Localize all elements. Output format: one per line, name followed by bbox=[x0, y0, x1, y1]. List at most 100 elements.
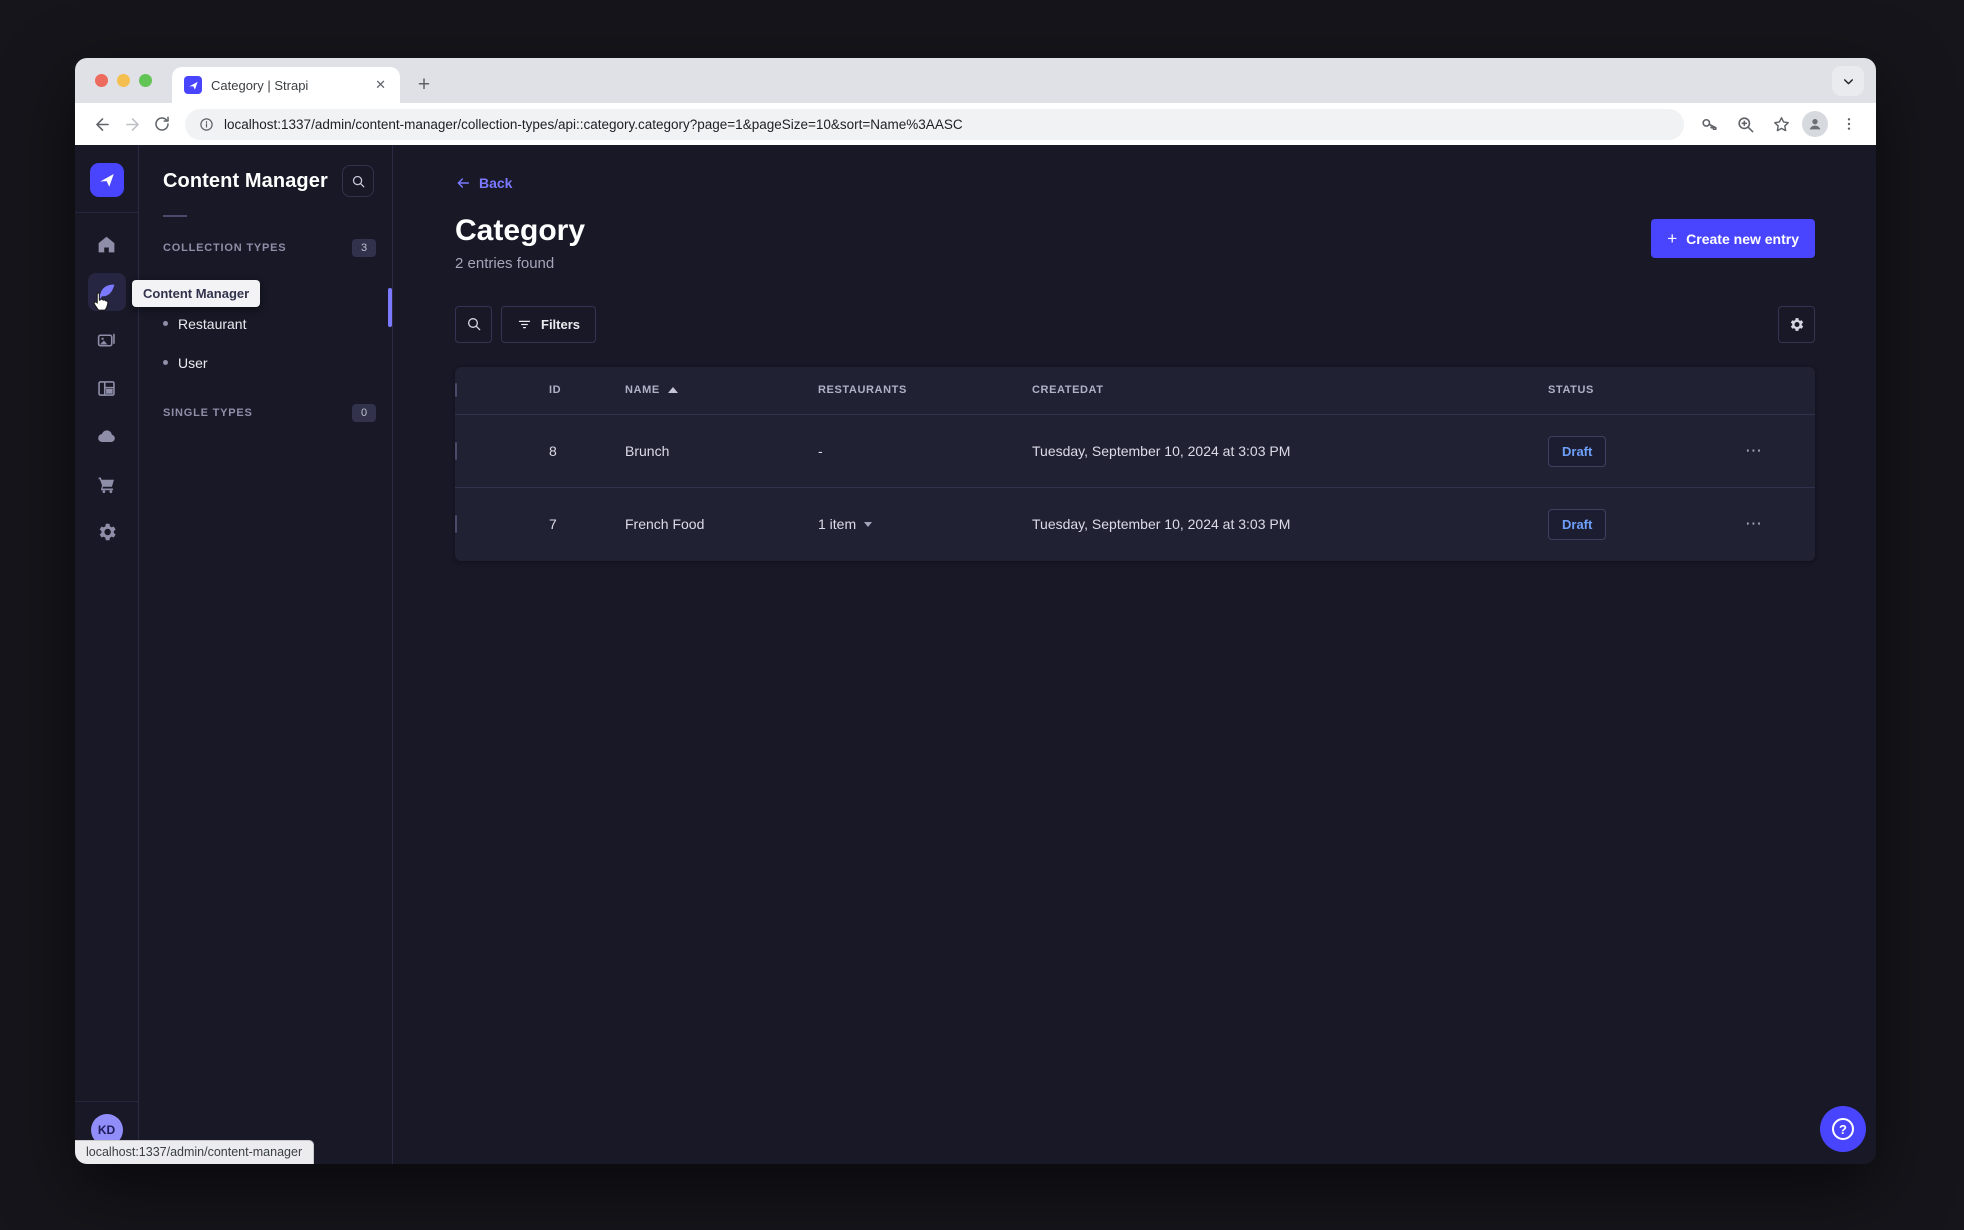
sidebar-item-home[interactable] bbox=[88, 225, 126, 263]
plus-icon: + bbox=[1667, 229, 1678, 248]
media-library-icon bbox=[97, 333, 115, 347]
zoom-button[interactable] bbox=[1730, 109, 1760, 139]
reload-icon bbox=[155, 116, 169, 131]
tab-strip: Category | Strapi ✕ + bbox=[75, 58, 1876, 103]
entries-count: 2 entries found bbox=[455, 254, 555, 272]
collection-types-section: COLLECTION TYPES 3 Category Restaurant U… bbox=[139, 239, 392, 382]
minimize-window-button[interactable] bbox=[117, 74, 130, 87]
subnav-search-button[interactable] bbox=[342, 165, 374, 197]
url-text: localhost:1337/admin/content-manager/col… bbox=[224, 116, 963, 132]
status-badge: Draft bbox=[1548, 435, 1607, 467]
window-controls bbox=[95, 58, 152, 103]
browser-window: Category | Strapi ✕ + localhost:1337/adm… bbox=[75, 58, 1876, 1164]
collection-types-count-badge: 3 bbox=[352, 239, 376, 257]
sidebar-item-content-type-builder[interactable] bbox=[88, 369, 126, 407]
cell-id: 7 bbox=[531, 487, 625, 561]
tab-close-icon[interactable]: ✕ bbox=[371, 75, 390, 95]
strapi-favicon-icon bbox=[184, 76, 202, 94]
back-button[interactable] bbox=[87, 109, 117, 139]
header-id[interactable]: ID bbox=[531, 367, 625, 415]
chevron-down-icon bbox=[1843, 78, 1853, 84]
star-icon bbox=[1773, 116, 1789, 131]
page-headline: Category 2 entries found + Create new en… bbox=[455, 214, 1815, 272]
sidebar-item-settings[interactable] bbox=[88, 513, 126, 551]
sidebar-item-deploy[interactable] bbox=[88, 417, 126, 455]
list-actions-row: Filters bbox=[455, 305, 1815, 343]
maximize-window-button[interactable] bbox=[139, 74, 152, 87]
subnav-item-user[interactable]: User bbox=[139, 343, 392, 382]
strapi-logo[interactable] bbox=[89, 163, 124, 197]
profile-button[interactable] bbox=[1802, 111, 1828, 137]
subnav-divider bbox=[163, 215, 187, 217]
close-window-button[interactable] bbox=[95, 74, 108, 87]
header-name[interactable]: NAME bbox=[625, 367, 818, 415]
rail-divider bbox=[75, 212, 138, 213]
arrow-right-icon bbox=[125, 117, 139, 131]
bullet-icon bbox=[163, 321, 168, 326]
cart-icon bbox=[98, 477, 114, 493]
cell-restaurants[interactable]: 1 item bbox=[818, 516, 873, 532]
collection-types-label: COLLECTION TYPES bbox=[163, 242, 287, 254]
select-all-checkbox[interactable] bbox=[455, 383, 457, 398]
status-badge: Draft bbox=[1548, 508, 1607, 540]
browser-status-bar: localhost:1337/admin/content-manager bbox=[75, 1140, 315, 1164]
arrow-left-icon bbox=[95, 117, 109, 131]
content-manager-tooltip: Content Manager bbox=[132, 280, 261, 307]
forward-button[interactable] bbox=[117, 109, 147, 139]
sidebar-item-content-manager[interactable] bbox=[87, 273, 126, 311]
sidebar-item-media-library[interactable] bbox=[88, 321, 126, 359]
single-types-count-badge: 0 bbox=[352, 404, 376, 422]
strapi-admin: KD Content Manager COLLECTION TYPES 3 Re… bbox=[75, 145, 1876, 1164]
back-link[interactable]: Back bbox=[455, 175, 512, 191]
filters-button[interactable]: Filters bbox=[501, 305, 597, 343]
person-icon bbox=[1809, 119, 1821, 130]
cell-restaurants: - bbox=[818, 414, 1032, 488]
cell-name: Brunch bbox=[625, 414, 818, 488]
filter-icon bbox=[518, 320, 531, 328]
feather-pen-icon bbox=[98, 284, 115, 299]
page-info-icon[interactable] bbox=[199, 117, 214, 132]
bookmark-button[interactable] bbox=[1766, 109, 1796, 139]
browser-toolbar: localhost:1337/admin/content-manager/col… bbox=[75, 103, 1876, 145]
main-content: Back Category 2 entries found + Create n… bbox=[393, 145, 1876, 1164]
tab-search-button[interactable] bbox=[1832, 66, 1864, 96]
new-tab-button[interactable]: + bbox=[410, 71, 438, 99]
table-header-row: ID NAME RESTAURANTS CREATEDAT STATUS bbox=[455, 367, 1815, 415]
browser-tab[interactable]: Category | Strapi ✕ bbox=[172, 67, 400, 103]
help-button[interactable]: ? bbox=[1820, 1106, 1866, 1152]
header-restaurants[interactable]: RESTAURANTS bbox=[818, 367, 1032, 415]
rail-bottom-divider bbox=[75, 1101, 138, 1102]
chevron-down-icon bbox=[864, 521, 873, 527]
password-manager-button[interactable] bbox=[1694, 109, 1724, 139]
cell-name: French Food bbox=[625, 487, 818, 561]
sort-ascending-icon bbox=[667, 387, 678, 394]
magnifier-plus-icon bbox=[1737, 116, 1753, 132]
row-actions-button[interactable]: ⋯ bbox=[1745, 514, 1763, 533]
table-row[interactable]: 8 Brunch - Tuesday, September 10, 2024 a… bbox=[455, 414, 1815, 488]
row-checkbox[interactable] bbox=[455, 442, 457, 460]
subnav-item-restaurant[interactable]: Restaurant bbox=[139, 304, 392, 343]
view-settings-button[interactable] bbox=[1778, 305, 1815, 343]
header-createdat[interactable]: CREATEDAT bbox=[1032, 367, 1548, 415]
row-checkbox[interactable] bbox=[455, 515, 457, 534]
create-new-entry-button[interactable]: + Create new entry bbox=[1651, 219, 1815, 258]
address-bar[interactable]: localhost:1337/admin/content-manager/col… bbox=[185, 108, 1684, 140]
browser-menu-button[interactable] bbox=[1834, 109, 1864, 139]
search-entries-button[interactable] bbox=[455, 305, 492, 343]
kebab-menu-icon bbox=[1847, 118, 1851, 130]
sidebar-item-marketplace[interactable] bbox=[88, 465, 126, 503]
single-types-section: SINGLE TYPES 0 bbox=[139, 404, 392, 422]
header-status[interactable]: STATUS bbox=[1548, 367, 1745, 415]
question-mark-icon: ? bbox=[1832, 1118, 1854, 1140]
single-types-label: SINGLE TYPES bbox=[163, 407, 253, 419]
layout-icon bbox=[98, 380, 115, 396]
page-title: Category bbox=[455, 214, 586, 247]
cloud-icon bbox=[97, 430, 115, 442]
strapi-logo-icon bbox=[99, 174, 114, 187]
reload-button[interactable] bbox=[147, 109, 177, 139]
entries-table: ID NAME RESTAURANTS CREATEDAT STATUS 8 B… bbox=[455, 366, 1815, 561]
table-row[interactable]: 7 French Food 1 item Tuesday, September … bbox=[455, 487, 1815, 561]
cell-createdat: Tuesday, September 10, 2024 at 3:03 PM bbox=[1032, 414, 1548, 488]
row-actions-button[interactable]: ⋯ bbox=[1745, 441, 1763, 460]
tab-title: Category | Strapi bbox=[211, 77, 309, 93]
